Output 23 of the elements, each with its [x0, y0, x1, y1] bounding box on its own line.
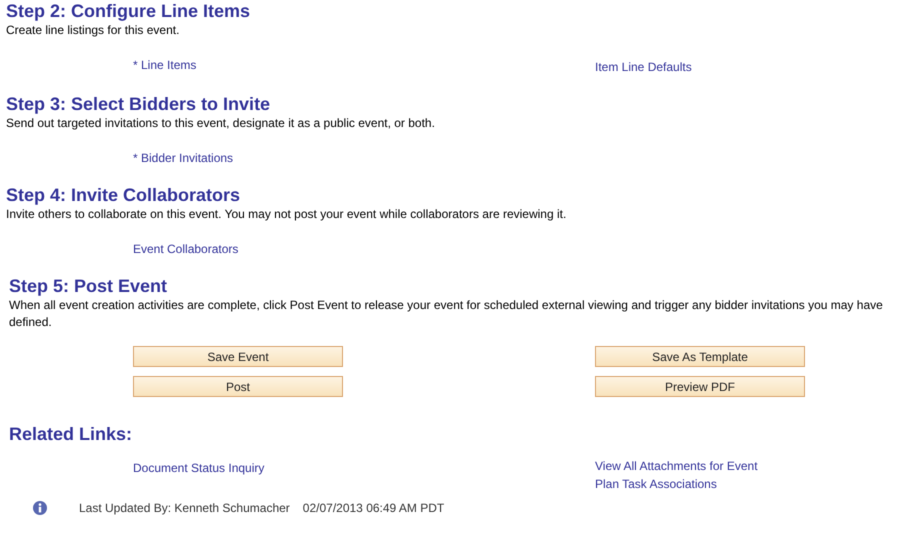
link[interactable]: Item Line Defaults	[595, 58, 692, 76]
step-description: Invite others to collaborate on this event. You may not post your event while collaborators are reviewing it.	[6, 206, 568, 223]
step-description: Send out targeted invitations to this event, designate it as a public event, or both.	[6, 115, 436, 132]
link[interactable]: * Line Items	[133, 56, 196, 74]
step-heading: Step 5: Post Event	[9, 275, 168, 297]
step-heading: Step 2: Configure Line Items	[6, 0, 252, 22]
link[interactable]: Plan Task Associations	[595, 475, 717, 493]
timestamp-text: 02/07/2013 06:49 AM PDT	[302, 500, 444, 517]
link[interactable]: View All Attachments for Event	[595, 457, 758, 475]
section-heading: Related Links:	[9, 423, 134, 445]
action-button[interactable]: Save Event	[133, 346, 343, 367]
link[interactable]: Event Collaborators	[133, 240, 238, 258]
action-button[interactable]: Post	[133, 376, 343, 397]
action-button[interactable]: Save As Template	[595, 346, 805, 367]
info-icon[interactable]	[33, 501, 47, 515]
step-description: When all event creation activities are complete, click Post Event to release your event for scheduled external viewing and trigger any bidder invitations you may have defined.	[9, 297, 884, 331]
link[interactable]: Document Status Inquiry	[133, 459, 264, 477]
step-heading: Step 4: Invite Collaborators	[6, 184, 242, 206]
last-updated-text: Last Updated By: Kenneth Schumacher	[79, 500, 290, 517]
step-description: Create line listings for this event.	[6, 22, 180, 39]
step-heading: Step 3: Select Bidders to Invite	[6, 93, 272, 115]
link[interactable]: * Bidder Invitations	[133, 149, 234, 167]
action-button[interactable]: Preview PDF	[595, 376, 805, 397]
